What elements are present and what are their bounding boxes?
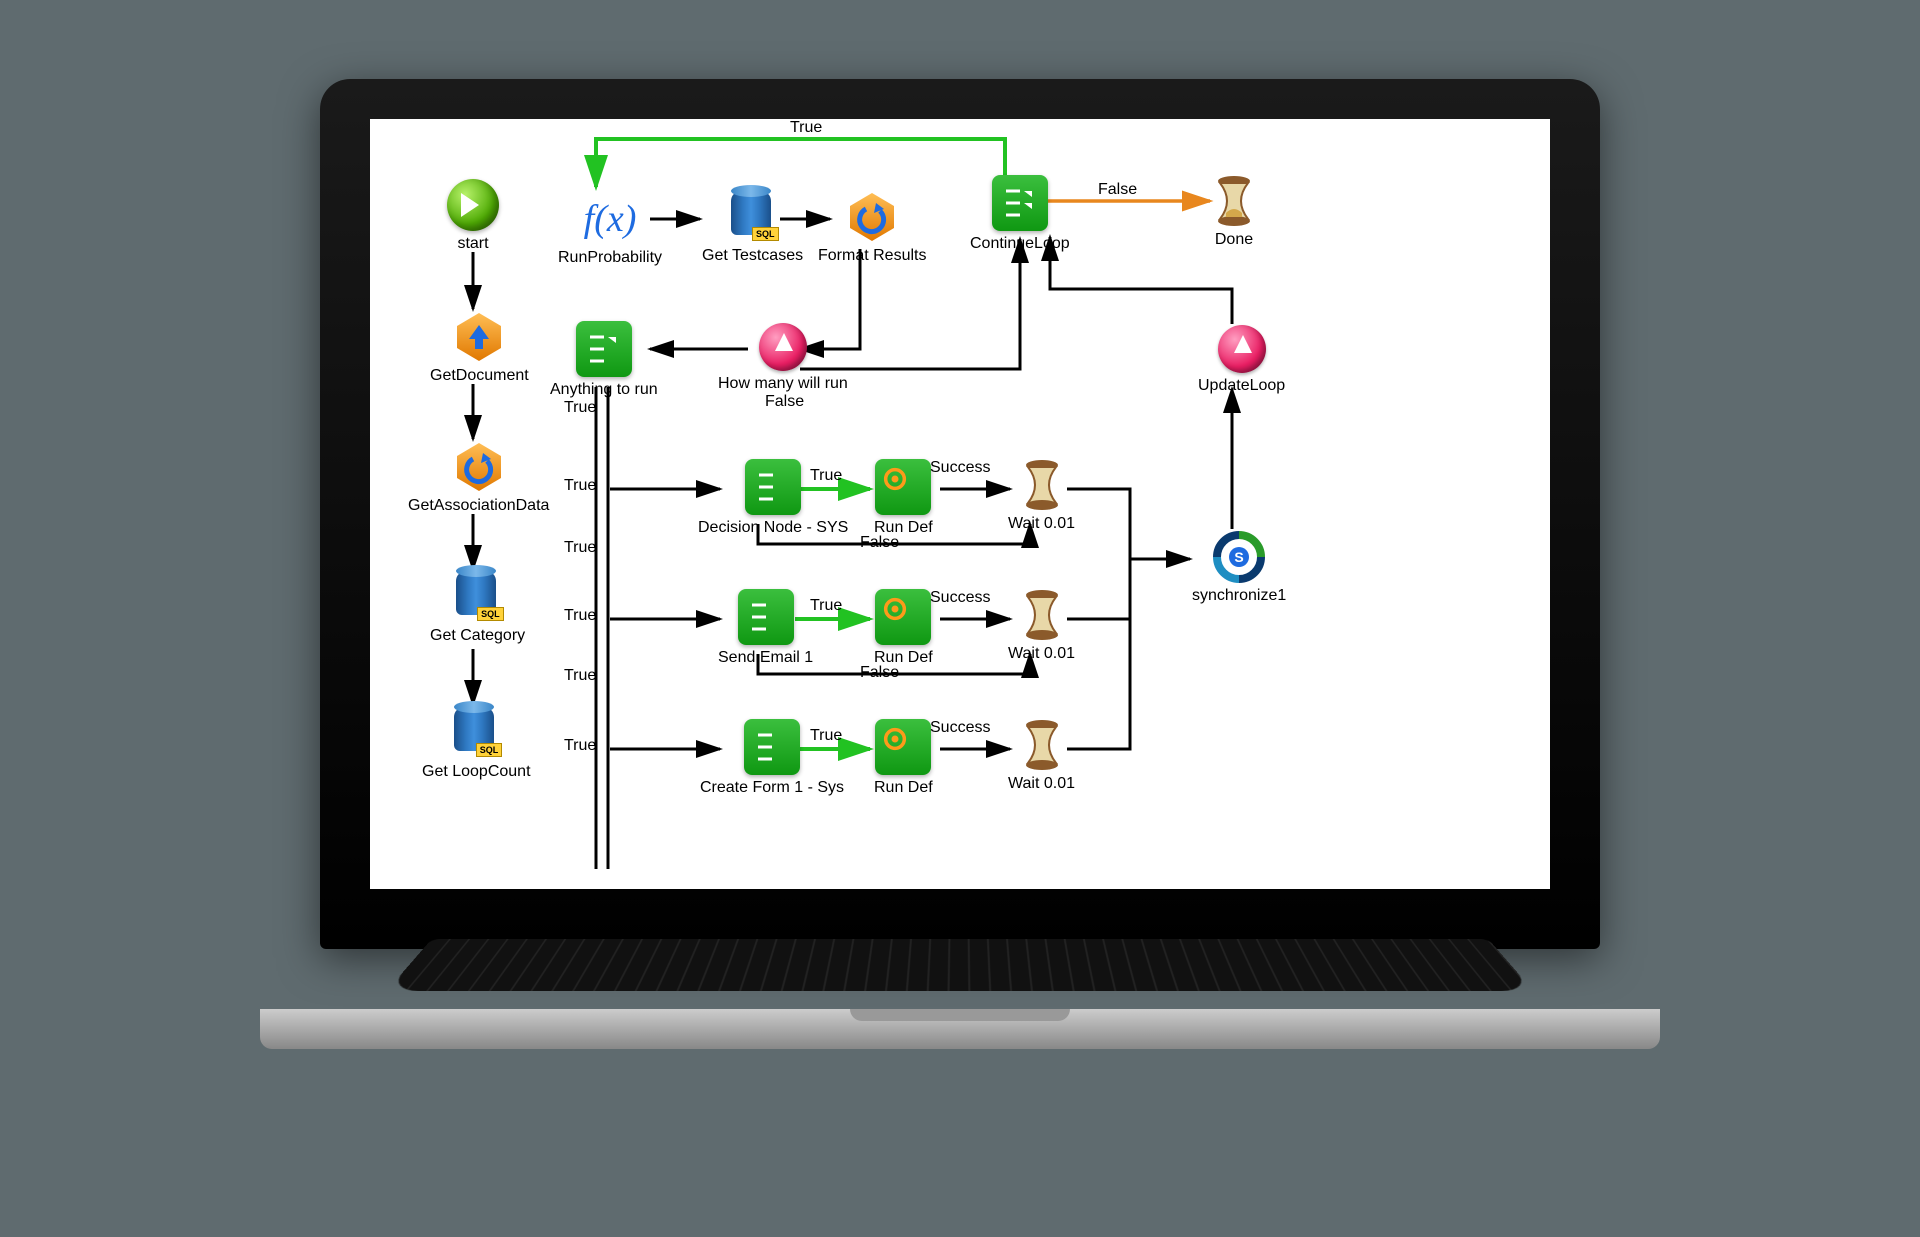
hex-up-icon: [453, 311, 505, 363]
node-run-def-1[interactable]: Run Def: [874, 459, 933, 537]
run-cog-icon: [875, 459, 931, 515]
workflow-diagram: start GetDocument: [370, 119, 1550, 889]
edge-label-false-r2: False: [860, 664, 899, 682]
screen-content: start GetDocument: [370, 119, 1550, 889]
node-wait-1[interactable]: Wait 0.01: [1008, 459, 1075, 533]
node-run-def-3[interactable]: Run Def: [874, 719, 933, 797]
laptop-base: [260, 919, 1660, 1099]
node-wait-3[interactable]: Wait 0.01: [1008, 719, 1075, 793]
edge-label-success-r2: Success: [930, 589, 990, 607]
start-icon: [447, 179, 499, 231]
node-label: Get Testcases: [702, 247, 803, 265]
hourglass-icon: [1212, 175, 1256, 227]
node-get-document[interactable]: GetDocument: [430, 311, 529, 385]
edge-label-true-r1a: True: [564, 477, 596, 495]
edge-label-true-anything: True: [564, 399, 596, 417]
edge-label-true-r2c: True: [564, 667, 596, 685]
decision-branch-icon: [992, 175, 1048, 231]
node-label: Anything to run: [550, 381, 658, 399]
node-label: Format Results: [818, 247, 926, 265]
node-run-def-2[interactable]: Run Def: [874, 589, 933, 667]
hex-refresh-icon: [453, 441, 505, 493]
node-continue-loop[interactable]: ContinueLoop: [970, 175, 1070, 253]
sync-icon: S: [1213, 531, 1265, 583]
edge-label-false-done: False: [1098, 181, 1137, 199]
node-label: Create Form 1 - Sys: [700, 779, 844, 797]
run-cog-icon: [875, 589, 931, 645]
node-get-association-data[interactable]: GetAssociationData: [408, 441, 549, 515]
node-get-category[interactable]: SQL Get Category: [430, 571, 525, 645]
database-icon: SQL: [731, 191, 775, 243]
edge-label-false-r1: False: [860, 534, 899, 552]
trackpad-notch-icon: [850, 1009, 1070, 1021]
edge-label-true-r2a: True: [564, 607, 596, 625]
edge-label-true-r1b: True: [810, 467, 842, 485]
hourglass-icon: [1020, 589, 1064, 641]
counter-up-icon: [759, 323, 807, 371]
node-get-testcases[interactable]: SQL Get Testcases: [702, 191, 803, 265]
edge-label-true-r3a: True: [564, 737, 596, 755]
counter-up-icon: [1218, 325, 1266, 373]
node-start[interactable]: start: [447, 179, 499, 253]
node-label: start: [447, 235, 499, 253]
node-anything-to-run[interactable]: Anything to run: [550, 321, 658, 399]
edge-label-true-r3b: True: [810, 727, 842, 745]
node-label: GetAssociationData: [408, 497, 549, 515]
node-label: Done: [1212, 231, 1256, 249]
node-label: ContinueLoop: [970, 235, 1070, 253]
decision-branch-icon: [744, 719, 800, 775]
edge-label-true-r1c: True: [564, 539, 596, 557]
node-synchronize1[interactable]: S synchronize1: [1192, 531, 1286, 605]
node-get-loop-count[interactable]: SQL Get LoopCount: [422, 707, 531, 781]
node-label: Run Def: [874, 779, 933, 797]
node-how-many-will-run[interactable]: How many will run: [718, 323, 848, 393]
node-label: Get Category: [430, 627, 525, 645]
hourglass-icon: [1020, 459, 1064, 511]
node-done[interactable]: Done: [1212, 175, 1256, 249]
laptop-screen-bezel: start GetDocument: [320, 79, 1600, 949]
hourglass-icon: [1020, 719, 1064, 771]
node-label: synchronize1: [1192, 587, 1286, 605]
decision-branch-icon: [738, 589, 794, 645]
edge-label-true-r2b: True: [810, 597, 842, 615]
hex-refresh-icon: [846, 191, 898, 243]
node-run-probability[interactable]: f(x) RunProbability: [558, 193, 662, 267]
node-wait-2[interactable]: Wait 0.01: [1008, 589, 1075, 663]
svg-text:S: S: [1234, 549, 1243, 565]
edge-label-success-r3: Success: [930, 719, 990, 737]
function-icon: f(x): [584, 197, 637, 241]
node-format-results[interactable]: Format Results: [818, 191, 926, 265]
node-label: How many will run: [718, 375, 848, 393]
decision-branch-icon: [745, 459, 801, 515]
database-icon: SQL: [456, 571, 500, 623]
edge-label-true-top: True: [790, 119, 822, 137]
node-label: RunProbability: [558, 249, 662, 267]
node-update-loop[interactable]: UpdateLoop: [1198, 325, 1285, 395]
node-label: Decision Node - SYS: [698, 519, 848, 537]
keyboard-icon: [387, 939, 1534, 991]
node-label: GetDocument: [430, 367, 529, 385]
node-label: Wait 0.01: [1008, 775, 1075, 793]
node-label: Wait 0.01: [1008, 515, 1075, 533]
decision-branch-icon: [576, 321, 632, 377]
node-label: UpdateLoop: [1198, 377, 1285, 395]
run-cog-icon: [875, 719, 931, 775]
edge-label-false-howmany: False: [765, 393, 804, 411]
database-icon: SQL: [454, 707, 498, 759]
node-send-email-1[interactable]: Send Email 1: [718, 589, 813, 667]
node-label: Wait 0.01: [1008, 645, 1075, 663]
laptop-mockup: start GetDocument: [260, 79, 1660, 1159]
laptop-hinge: [260, 1009, 1660, 1049]
node-label: Get LoopCount: [422, 763, 531, 781]
node-label: Send Email 1: [718, 649, 813, 667]
edge-label-success-r1: Success: [930, 459, 990, 477]
